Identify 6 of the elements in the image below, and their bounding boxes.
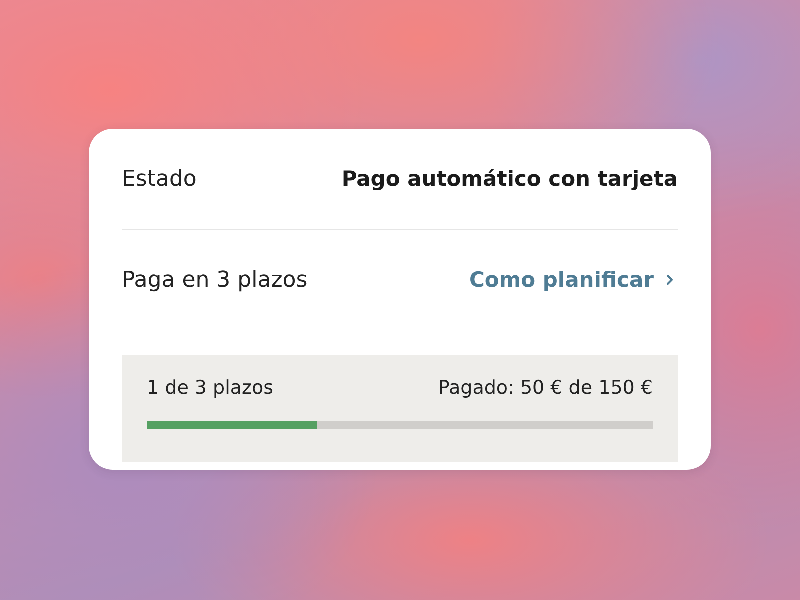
paid-amount: Pagado: 50 € de 150 € (438, 377, 653, 399)
installments-count: 1 de 3 plazos (147, 377, 274, 399)
status-label: Estado (122, 166, 197, 192)
plan-link[interactable]: Como planificar (469, 268, 678, 292)
installments-plan-label: Paga en 3 plazos (122, 268, 308, 292)
status-value: Pago automático con tarjeta (342, 167, 678, 191)
